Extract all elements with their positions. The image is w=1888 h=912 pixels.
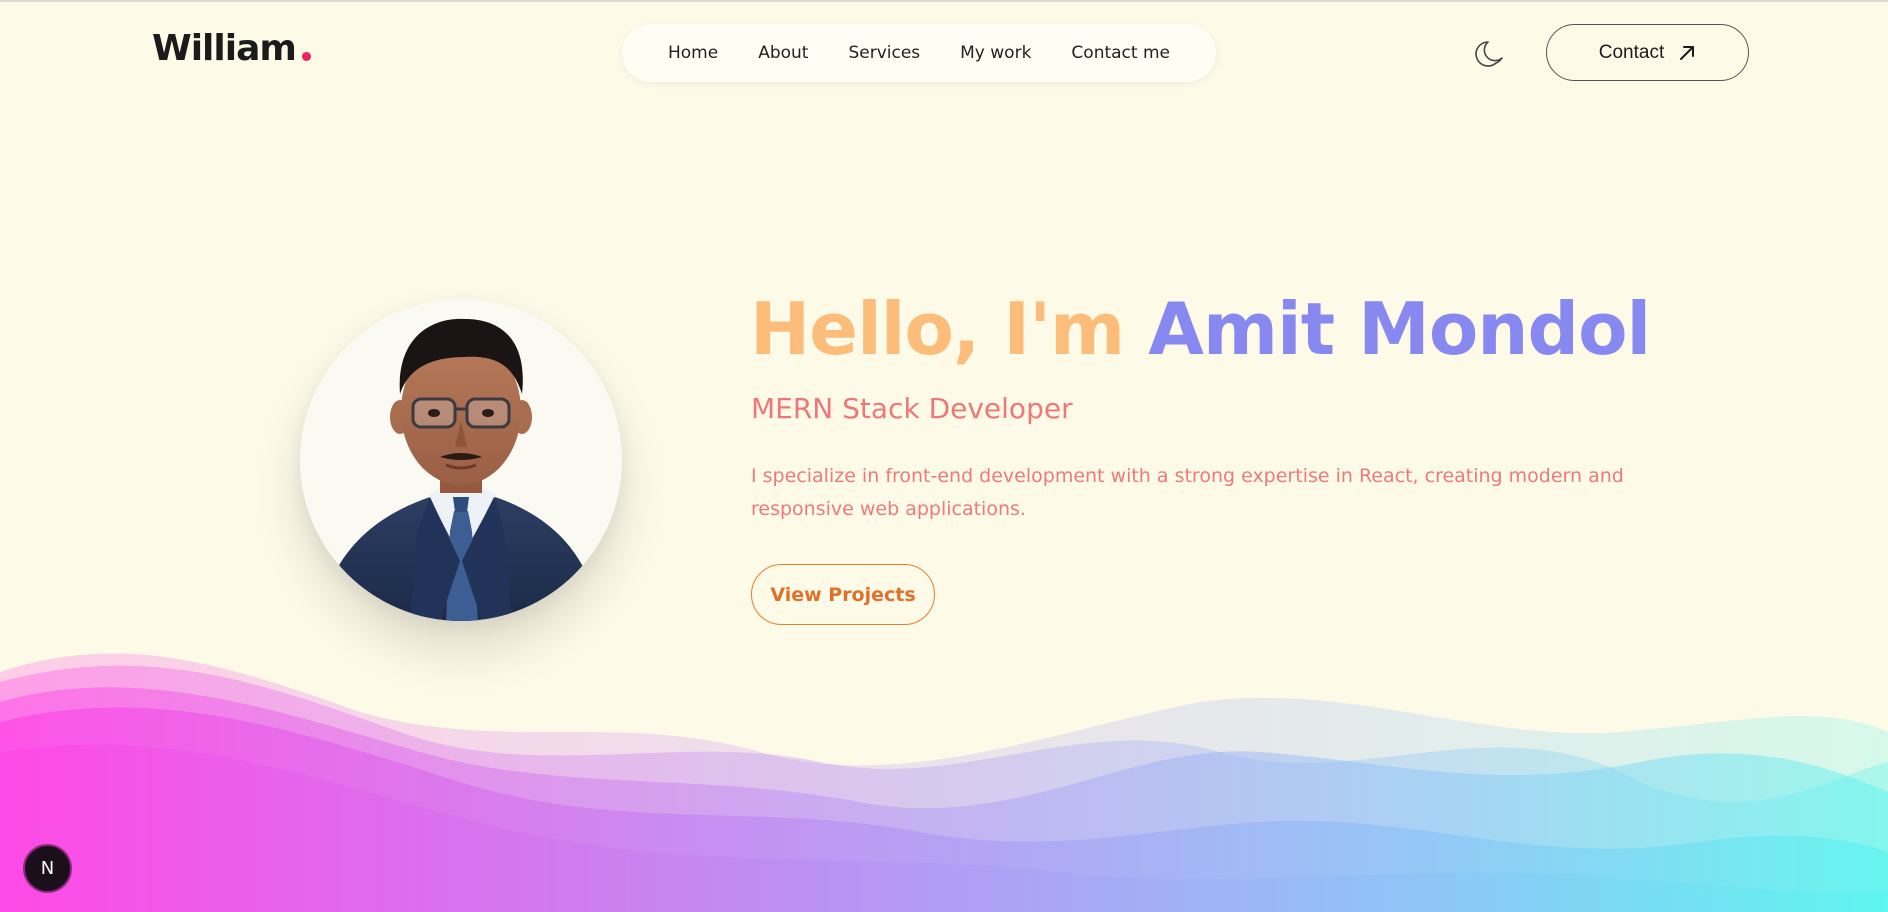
view-projects-button[interactable]: View Projects: [751, 564, 935, 625]
moon-icon[interactable]: [1474, 36, 1508, 70]
nav-home[interactable]: Home: [668, 43, 718, 63]
hero-greeting: Hello, I'm: [750, 287, 1125, 371]
contact-label: Contact: [1598, 41, 1665, 63]
logo-dot: [301, 52, 311, 61]
arrow-up-right-icon: [1680, 45, 1695, 60]
n-badge[interactable]: N: [23, 844, 72, 893]
decorative-waves: [0, 653, 1888, 912]
nav-my-work[interactable]: My work: [960, 43, 1031, 63]
nav-about[interactable]: About: [758, 43, 808, 63]
profile-photo: [300, 299, 622, 621]
main-nav: Home About Services My work Contact me: [622, 24, 1216, 82]
logo[interactable]: William: [152, 28, 311, 69]
contact-button[interactable]: Contact: [1546, 24, 1749, 81]
nav-services[interactable]: Services: [848, 43, 920, 63]
hero-name: Amit Mondol: [1148, 287, 1651, 371]
logo-text: William: [152, 28, 297, 69]
hero-title: Hello, I'm Amit Mondol: [750, 287, 1651, 371]
hero-role: MERN Stack Developer: [751, 392, 1073, 425]
hero-description: I specialize in front-end development wi…: [751, 465, 1624, 520]
nav-contact-me[interactable]: Contact me: [1071, 43, 1170, 63]
